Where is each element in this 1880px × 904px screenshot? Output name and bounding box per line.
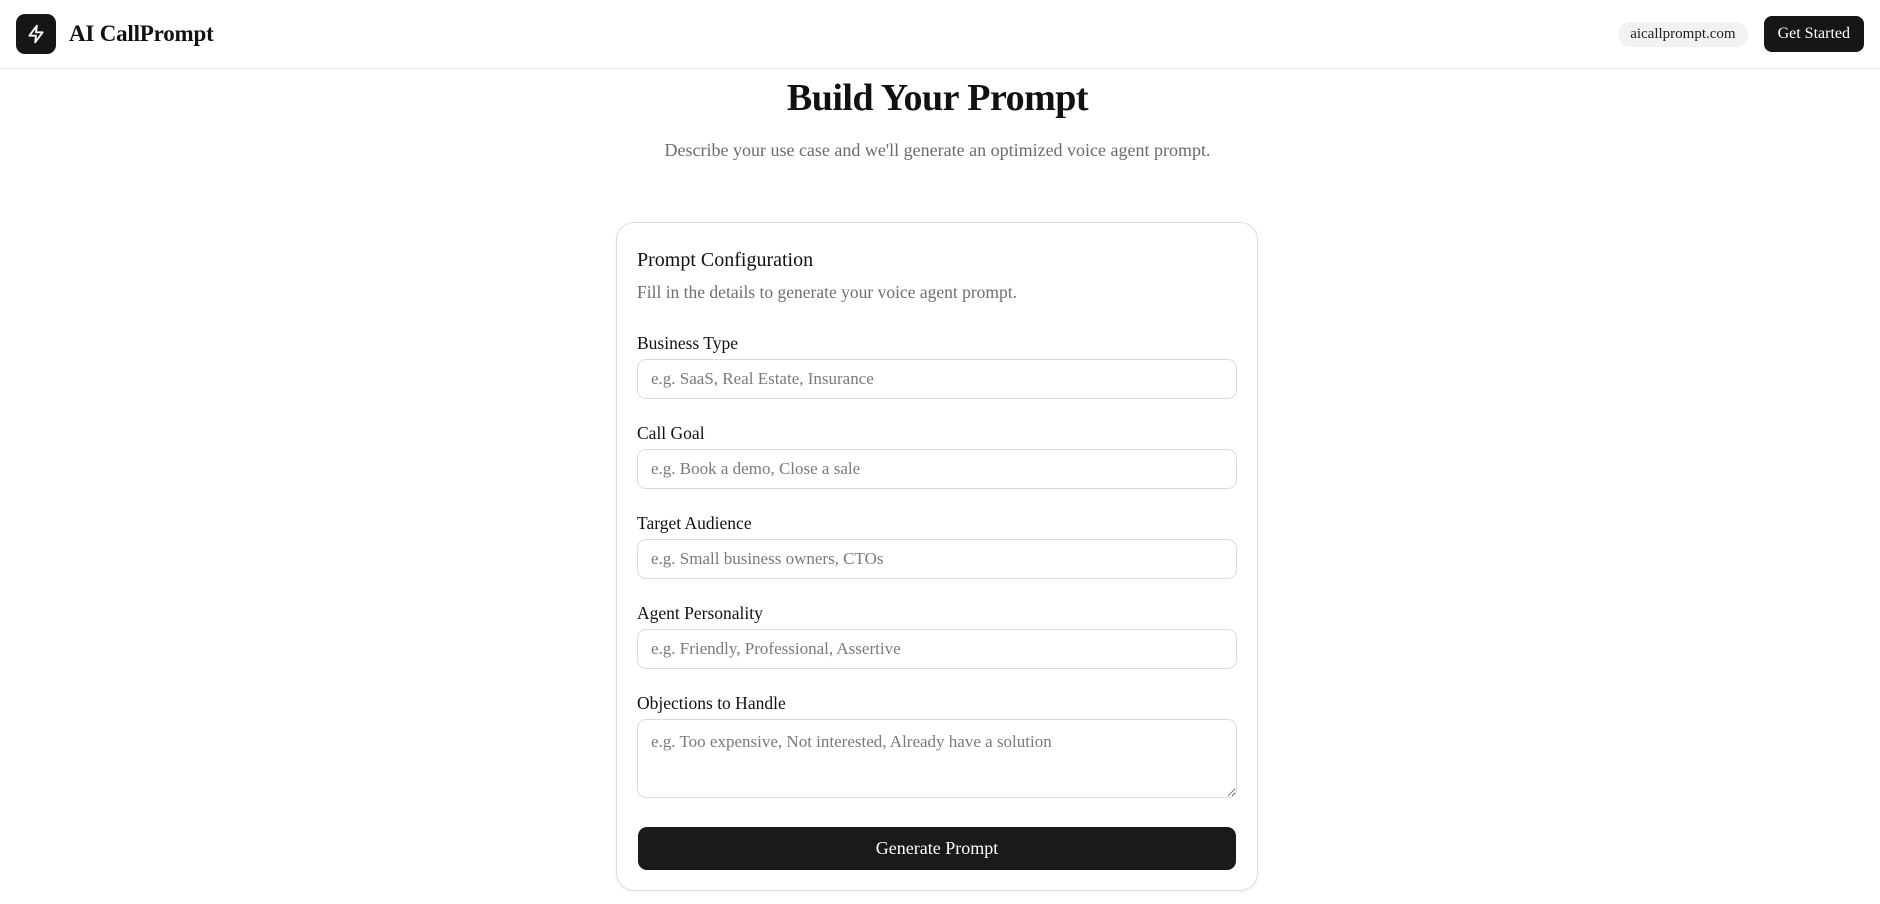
objections-textarea[interactable] (637, 719, 1237, 798)
lightning-bolt-icon (28, 24, 44, 44)
header-actions: aicallprompt.com Get Started (1618, 16, 1864, 52)
business-type-input[interactable] (637, 359, 1237, 399)
agent-personality-input[interactable] (637, 629, 1237, 669)
domain-badge: aicallprompt.com (1618, 21, 1748, 47)
business-type-field: Business Type (637, 333, 1237, 399)
target-audience-field: Target Audience (637, 513, 1237, 579)
brand-name[interactable]: AI CallPrompt (69, 21, 214, 47)
generate-prompt-button[interactable]: Generate Prompt (638, 827, 1236, 870)
page-subtitle: Describe your use case and we'll generat… (664, 140, 1211, 160)
agent-personality-label: Agent Personality (637, 603, 763, 623)
call-goal-label: Call Goal (637, 423, 705, 443)
target-audience-label: Target Audience (637, 513, 752, 533)
agent-personality-field: Agent Personality (637, 603, 1237, 669)
objections-label: Objections to Handle (637, 693, 786, 713)
objections-field: Objections to Handle (637, 693, 1237, 803)
call-goal-field: Call Goal (637, 423, 1237, 489)
get-started-button[interactable]: Get Started (1763, 16, 1864, 52)
target-audience-input[interactable] (637, 539, 1237, 579)
card-description: Fill in the details to generate your voi… (637, 282, 1018, 302)
call-goal-input[interactable] (637, 449, 1237, 489)
page-title: Build Your Prompt (786, 77, 1089, 119)
business-type-label: Business Type (637, 333, 739, 353)
top-nav: AI CallPrompt aicallprompt.com Get Start… (0, 0, 1880, 69)
prompt-configuration-card: Prompt Configuration Fill in the details… (616, 222, 1258, 891)
card-title: Prompt Configuration (637, 249, 814, 271)
logo[interactable] (16, 14, 56, 54)
